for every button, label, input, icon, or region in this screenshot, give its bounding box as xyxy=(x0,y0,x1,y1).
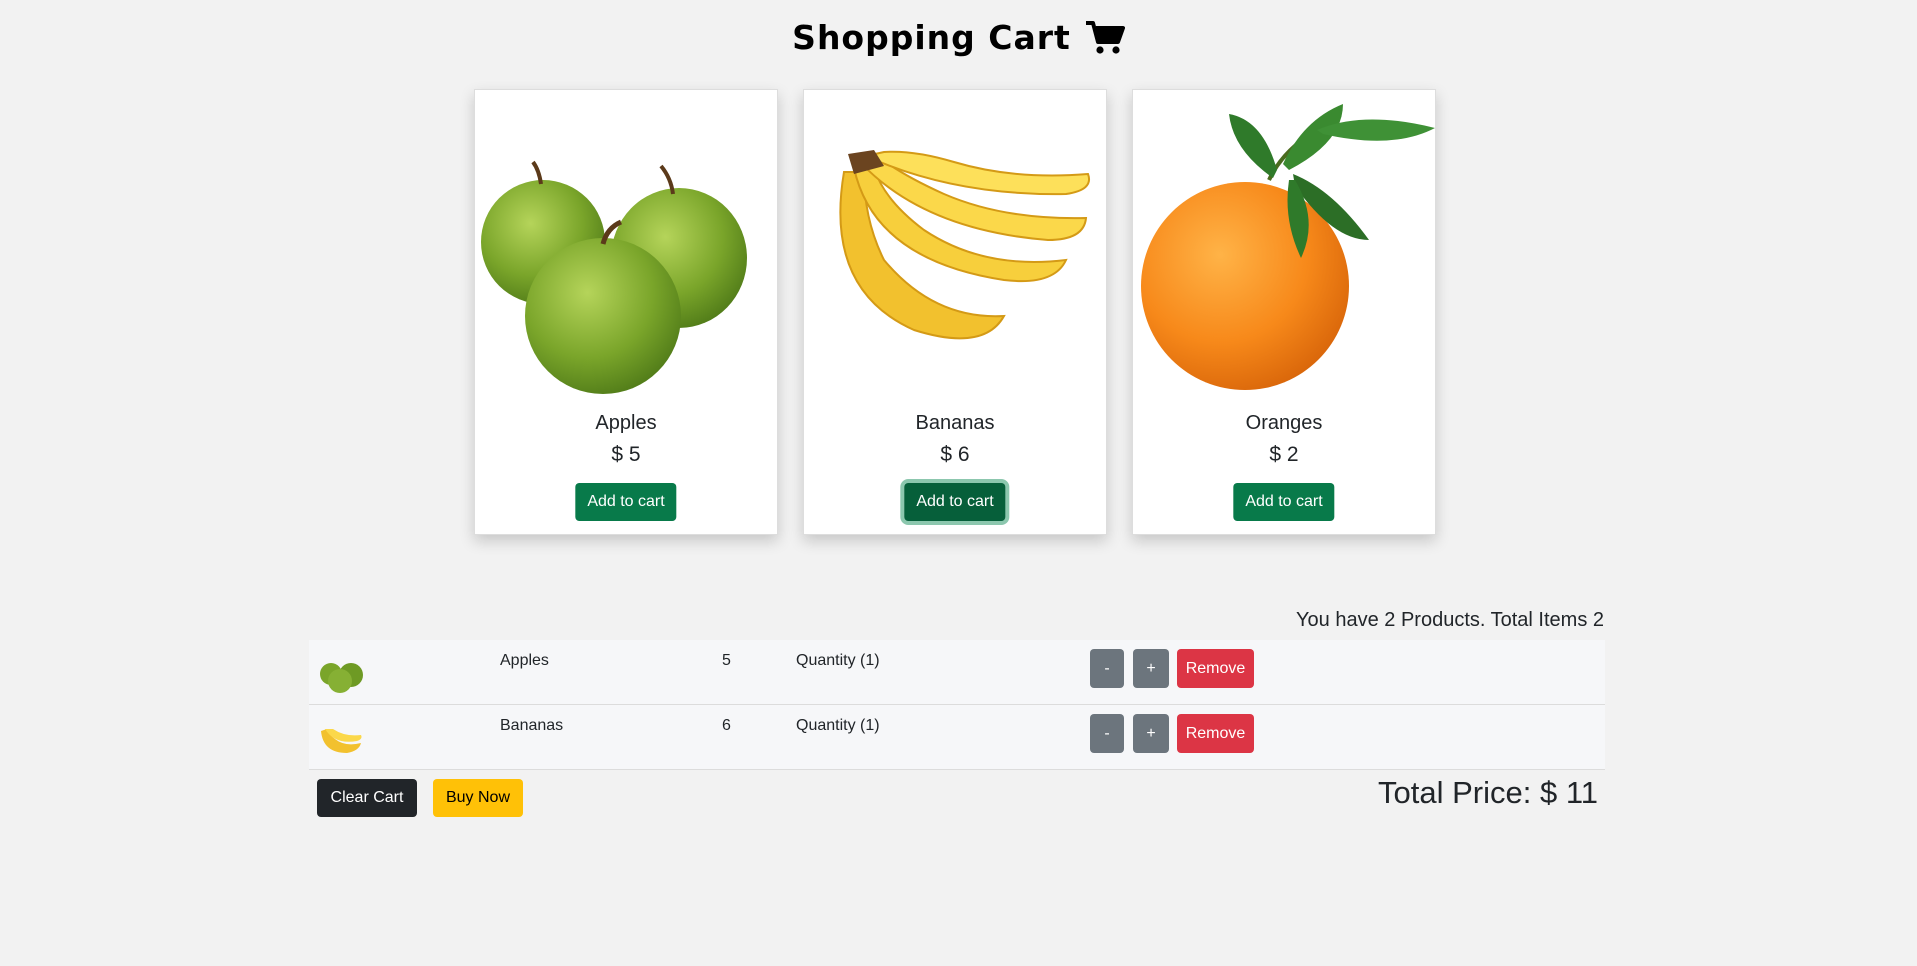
increase-quantity-button[interactable]: + xyxy=(1133,714,1169,753)
decrease-quantity-button[interactable]: - xyxy=(1090,714,1124,753)
buy-now-button[interactable]: Buy Now xyxy=(433,779,523,817)
total-price: Total Price: $ 11 xyxy=(1378,775,1598,810)
remove-item-button[interactable]: Remove xyxy=(1177,649,1254,688)
remove-item-button[interactable]: Remove xyxy=(1177,714,1254,753)
add-to-cart-button[interactable]: Add to cart xyxy=(904,483,1006,521)
table-row: Apples 5 Quantity (1) - + Remove xyxy=(309,640,1605,705)
product-price: $ 5 xyxy=(611,443,641,466)
cart-table: Apples 5 Quantity (1) - + Remove Bananas… xyxy=(309,640,1605,770)
apples-thumbnail xyxy=(320,663,363,693)
decrease-quantity-button[interactable]: - xyxy=(1090,649,1124,688)
bananas-thumbnail xyxy=(321,729,362,753)
add-to-cart-button[interactable]: Add to cart xyxy=(575,483,677,521)
increase-quantity-button[interactable]: + xyxy=(1133,649,1169,688)
apples-image xyxy=(481,160,747,394)
product-price: $ 2 xyxy=(1269,443,1299,466)
product-name: Oranges xyxy=(1245,412,1323,434)
cart-item-name: Bananas xyxy=(500,717,564,734)
product-card-bananas: Bananas $ 6 Add to cart xyxy=(803,89,1107,535)
page-title: Shopping Cart xyxy=(0,18,1917,57)
product-name: Bananas xyxy=(915,412,995,434)
product-card-oranges: Oranges $ 2 Add to cart xyxy=(1132,89,1436,535)
cart-icon xyxy=(1085,20,1125,54)
product-price: $ 6 xyxy=(940,443,970,466)
product-card-apples: Apples $ 5 Add to cart xyxy=(474,89,778,535)
cart-item-quantity: Quantity (1) xyxy=(796,652,880,669)
orange-image xyxy=(1141,104,1435,390)
cart-item-quantity: Quantity (1) xyxy=(796,717,880,734)
table-row: Bananas 6 Quantity (1) - + Remove xyxy=(309,705,1605,770)
cart-summary: You have 2 Products. Total Items 2 xyxy=(1296,609,1604,631)
cart-item-price: 5 xyxy=(722,652,731,669)
clear-cart-button[interactable]: Clear Cart xyxy=(317,779,417,817)
product-list: Apples $ 5 Add to cart Bananas $ 6 Add t… xyxy=(474,89,1436,535)
page-title-text: Shopping Cart xyxy=(792,18,1071,57)
bananas-image xyxy=(839,150,1090,340)
product-name: Apples xyxy=(595,412,657,434)
add-to-cart-button[interactable]: Add to cart xyxy=(1233,483,1335,521)
cart-item-price: 6 xyxy=(722,717,731,734)
cart-item-name: Apples xyxy=(500,652,549,669)
